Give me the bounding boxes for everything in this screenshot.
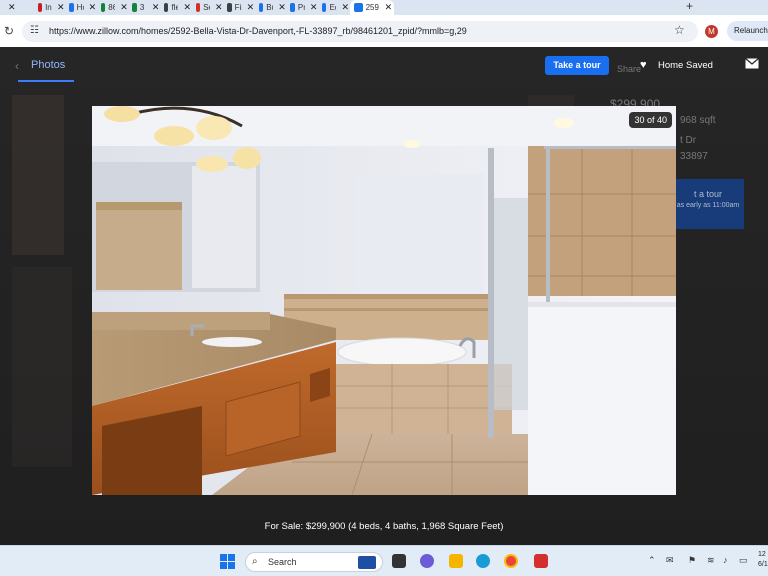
bg-tour-title: t a tour: [693, 189, 722, 199]
tab-label: Hon: [76, 3, 84, 12]
tab-close-icon[interactable]: ✕: [57, 2, 65, 13]
browser-tab-strip: ✕Inbo✕Hon✕861✕3 Cl✕flex✕Sele✕Find✕Busi✕P…: [0, 0, 768, 15]
reload-icon[interactable]: ↻: [4, 24, 14, 38]
browser-tab[interactable]: Sele ✕: [192, 0, 223, 15]
tab-photos[interactable]: Photos: [31, 59, 65, 71]
chat-icon[interactable]: [420, 554, 434, 568]
tab-favicon-icon: [258, 3, 264, 12]
windows-taskbar: ⌕ Search ⌃ ✉ ⚑ ≋ ♪ ▭ 12 6/1: [0, 545, 768, 576]
bg-thumbnail: [12, 267, 72, 467]
bg-tour-sub: as early as 11:00am: [676, 202, 740, 209]
browser-tab[interactable]: Busi ✕: [255, 0, 286, 15]
profile-avatar[interactable]: M: [705, 25, 718, 38]
browser-tab[interactable]: flex ✕: [160, 0, 191, 15]
browser-tab[interactable]: 861 ✕: [97, 0, 128, 15]
windows-start-icon[interactable]: [220, 554, 235, 569]
tab-favicon-icon: [290, 3, 295, 12]
notification-icon[interactable]: ✉: [666, 555, 674, 566]
tab-favicon-icon: [100, 3, 106, 12]
photos-tab-underline: [18, 80, 74, 82]
file-explorer-icon[interactable]: [449, 554, 463, 568]
tab-label: Edit: [329, 3, 336, 12]
new-tab-button[interactable]: +: [686, 0, 693, 13]
bathroom-photo-image: [92, 106, 676, 495]
taskbar-search-label: Search: [268, 557, 297, 567]
bg-sqft: 968 sqft: [680, 115, 716, 126]
tab-favicon-icon: [69, 3, 74, 12]
tab-label: Sele: [203, 3, 210, 12]
site-info-icon[interactable]: ☷: [30, 25, 39, 36]
tab-favicon-icon: [132, 3, 137, 12]
flag-icon: [358, 556, 376, 569]
edge-icon[interactable]: [476, 554, 490, 568]
tab-close-icon[interactable]: ✕: [341, 2, 349, 13]
taskbar-clock[interactable]: 12 6/1: [758, 550, 768, 570]
envelope-icon[interactable]: [745, 58, 759, 69]
wifi-icon[interactable]: ≋: [707, 555, 715, 566]
tab-label: Inbo: [45, 3, 52, 12]
tab-label: 259: [365, 3, 379, 12]
url-text[interactable]: https://www.zillow.com/homes/2592-Bella-…: [49, 26, 467, 36]
taskbar-search[interactable]: ⌕ Search: [245, 552, 383, 572]
back-chevron-icon[interactable]: ‹: [15, 59, 19, 73]
clock-date: 6/1: [758, 561, 768, 568]
tab-favicon-icon: [37, 3, 43, 12]
address-bar[interactable]: ☷ https://www.zillow.com/homes/2592-Bell…: [22, 21, 698, 42]
bg-share: Share: [617, 64, 642, 74]
browser-toolbar: ↻ ☷ https://www.zillow.com/homes/2592-Be…: [0, 15, 768, 47]
search-icon: ⌕: [252, 556, 258, 567]
browser-tab[interactable]: Find ✕: [223, 0, 254, 15]
bookmark-star-icon[interactable]: ☆: [674, 23, 685, 37]
bg-thumbnail: [12, 95, 64, 255]
tab-favicon-icon: [322, 3, 327, 12]
tab-close-icon[interactable]: ✕: [310, 2, 318, 13]
tab-label: Find: [234, 3, 242, 12]
browser-tab[interactable]: ✕: [0, 0, 21, 15]
tab-favicon-icon: [353, 3, 363, 12]
shield-icon[interactable]: ⚑: [688, 555, 696, 566]
home-saved-button[interactable]: Home Saved: [658, 60, 713, 71]
tab-close-icon[interactable]: ✕: [278, 2, 286, 13]
heart-icon[interactable]: ♥: [640, 59, 647, 71]
tab-favicon-icon: [227, 3, 232, 12]
tab-close-icon[interactable]: ✕: [385, 2, 393, 13]
bg-street: t Dr: [680, 135, 697, 146]
app-icon[interactable]: [534, 554, 548, 568]
tab-favicon-icon: [195, 3, 201, 12]
take-a-tour-button[interactable]: Take a tour: [545, 56, 609, 75]
tab-favicon-icon: [164, 3, 169, 12]
photo-caption: For Sale: $299,900 (4 beds, 4 baths, 1,9…: [264, 521, 504, 532]
browser-tab[interactable]: 3 Cl ✕: [128, 0, 159, 15]
tab-label: 3 Cl: [139, 3, 147, 12]
tab-close-icon[interactable]: ✕: [120, 2, 128, 13]
relaunch-button[interactable]: Relaunch t: [727, 21, 768, 41]
chrome-icon[interactable]: [504, 554, 518, 568]
battery-icon[interactable]: ▭: [739, 555, 748, 566]
zillow-page: $299,900 968 sqft t Dr 33897 t a tour as…: [0, 47, 768, 545]
tab-close-icon[interactable]: ✕: [215, 2, 223, 13]
task-view-icon[interactable]: [392, 554, 406, 568]
tab-label: 861: [108, 3, 116, 12]
browser-tab[interactable]: 259 ✕: [349, 0, 394, 15]
listing-photo-bathroom[interactable]: 30 of 40: [92, 106, 676, 495]
tab-close-icon[interactable]: ✕: [89, 2, 97, 13]
photo-counter: 30 of 40: [629, 112, 672, 128]
clock-time: 12: [758, 551, 766, 558]
tab-close-icon[interactable]: ✕: [183, 2, 191, 13]
tab-close-icon[interactable]: ✕: [247, 2, 255, 13]
tab-close-icon[interactable]: ✕: [152, 2, 160, 13]
volume-icon[interactable]: ♪: [723, 555, 728, 565]
browser-tab[interactable]: Hon ✕: [65, 0, 96, 15]
browser-tab[interactable]: Prop ✕: [286, 0, 317, 15]
bg-tour-card: t a tour as early as 11:00am: [672, 179, 744, 229]
tray-chevron-icon[interactable]: ⌃: [648, 555, 656, 566]
browser-tab[interactable]: Inbo ✕: [34, 0, 65, 15]
bg-zip: 33897: [680, 151, 708, 162]
tab-label: flex: [171, 3, 179, 12]
tab-close-icon[interactable]: ✕: [8, 2, 16, 13]
browser-tab[interactable]: Edit ✕: [318, 0, 349, 15]
tab-label: Busi: [266, 3, 273, 12]
tab-label: Prop: [297, 3, 305, 12]
